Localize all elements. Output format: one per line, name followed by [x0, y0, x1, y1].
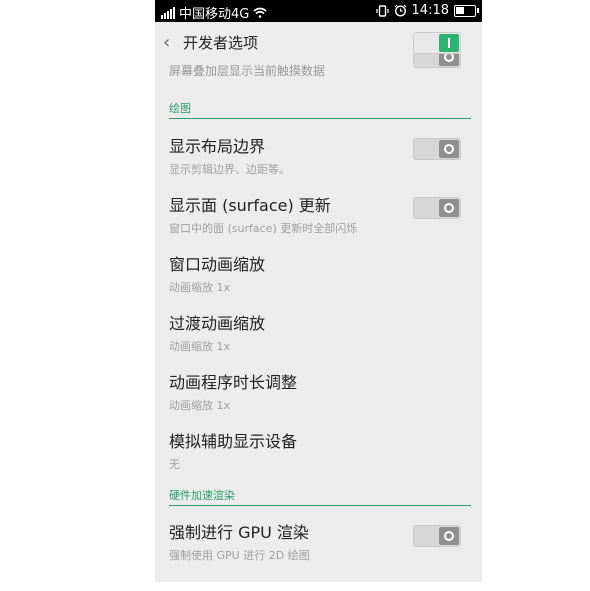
alarm-icon [394, 4, 406, 17]
cut-off-item-toggle[interactable] [413, 54, 461, 68]
toggle-show-layout-bounds[interactable] [413, 138, 461, 160]
section-label-drawing: 绘图 [169, 102, 191, 115]
signal-icon [161, 6, 175, 19]
status-right: 14:18 [375, 3, 479, 18]
setting-subtitle: 动画缩放 1x [169, 340, 231, 353]
setting-title: 模拟辅助显示设备 [169, 432, 298, 451]
wifi-icon [253, 7, 267, 18]
toggle-knob [439, 199, 459, 217]
setting-title: 动画程序时长调整 [169, 373, 298, 392]
setting-simulate-secondary-displays[interactable]: 模拟辅助显示设备 无 [169, 428, 469, 472]
setting-title: 窗口动画缩放 [169, 255, 266, 274]
carrier-label: 中国移动4G [179, 7, 250, 22]
setting-subtitle: 显示剪辑边界、边距等。 [169, 163, 290, 176]
setting-transition-animation-scale[interactable]: 过渡动画缩放 动画缩放 1x [169, 310, 469, 354]
toggle-knob [439, 527, 459, 545]
setting-subtitle: 动画缩放 1x [169, 399, 231, 412]
clock-label: 14:18 [411, 3, 449, 18]
toggle-knob [439, 140, 459, 158]
status-left: 中国移动4G [161, 3, 267, 22]
setting-subtitle: 无 [169, 458, 180, 471]
toggle-knob [439, 34, 459, 52]
developer-options-toggle[interactable] [413, 32, 461, 54]
battery-icon [454, 4, 479, 17]
cut-off-item-toggle-clip [413, 54, 461, 70]
toggle-show-surface-updates[interactable] [413, 197, 461, 219]
setting-subtitle: 窗口中的面 (surface) 更新时全部闪烁 [169, 222, 358, 235]
setting-window-animation-scale[interactable]: 窗口动画缩放 动画缩放 1x [169, 251, 469, 295]
back-button[interactable]: ‹ [163, 32, 170, 53]
battery-fill [456, 6, 465, 14]
section-label-hardware-rendering: 硬件加速渲染 [169, 489, 235, 502]
page-title: 开发者选项 [183, 34, 259, 52]
cut-off-item-subtitle: 屏幕叠加层显示当前触摸数据 [169, 64, 326, 78]
toggle-knob [439, 54, 459, 66]
setting-subtitle: 动画缩放 1x [169, 281, 231, 294]
section-divider [169, 505, 471, 506]
setting-title: 过渡动画缩放 [169, 314, 266, 333]
toggle-force-gpu-rendering[interactable] [413, 525, 461, 547]
status-bar: 中国移动4G 14:18 [155, 0, 482, 22]
section-divider [169, 118, 471, 119]
vibrate-icon [375, 4, 389, 17]
setting-subtitle: 强制使用 GPU 进行 2D 绘图 [169, 549, 310, 562]
phone-screen: 中国移动4G 14:18 ‹ 开发者选项 屏幕叠加层显示当前触摸数据 绘图 显示… [155, 0, 482, 582]
setting-animator-duration-scale[interactable]: 动画程序时长调整 动画缩放 1x [169, 369, 469, 413]
